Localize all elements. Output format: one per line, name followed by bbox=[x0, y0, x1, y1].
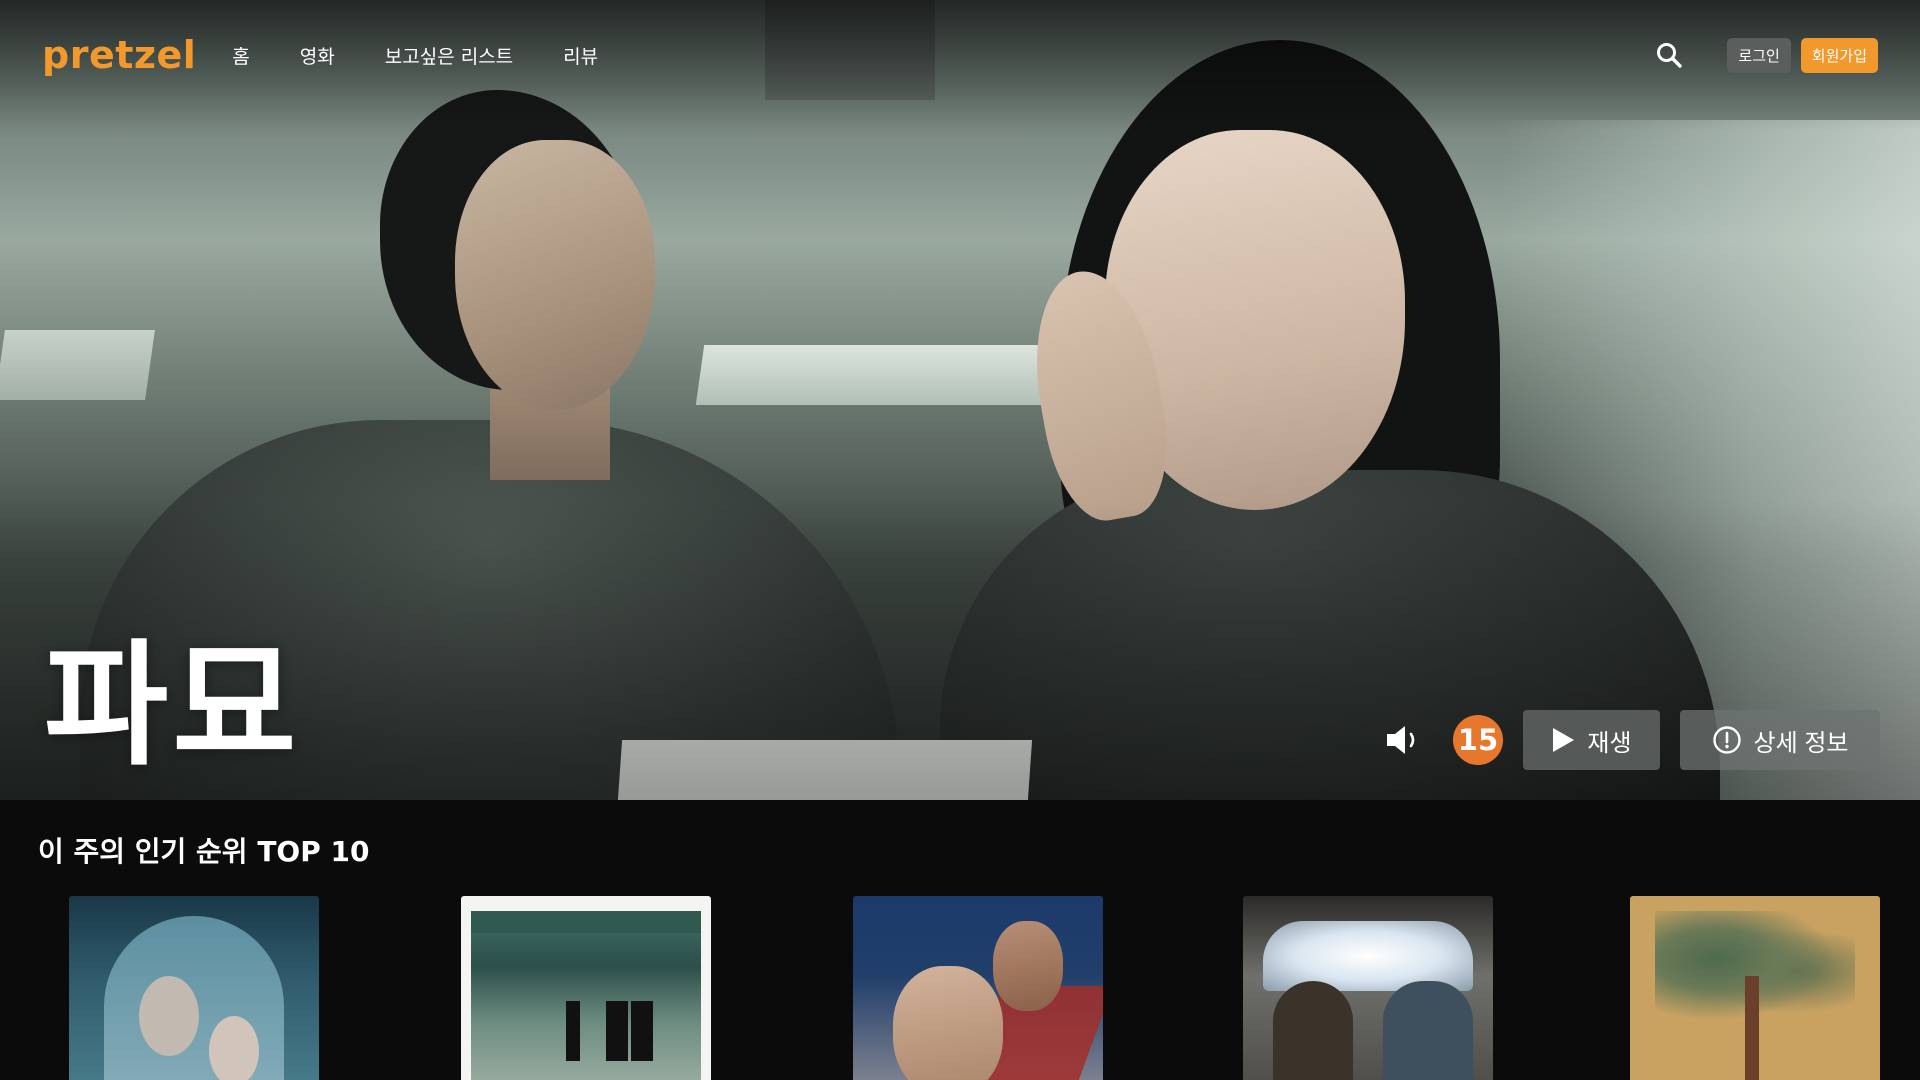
poster-art bbox=[566, 1001, 580, 1061]
nav-right: 로그인 회원가입 bbox=[1651, 37, 1878, 73]
play-button[interactable]: 재생 bbox=[1523, 710, 1660, 770]
nav-item-reviews[interactable]: 리뷰 bbox=[563, 42, 598, 69]
hero-bg-light bbox=[695, 345, 1085, 405]
app-root: pretzel 홈 영화 보고싶은 리스트 리뷰 로그인 회원가입 파묘 15 … bbox=[0, 0, 1920, 1080]
poster-art bbox=[471, 911, 701, 1080]
volume-icon[interactable] bbox=[1379, 715, 1429, 765]
hero-controls: 15 재생 상세 정보 bbox=[1379, 710, 1880, 770]
poster-art bbox=[139, 976, 199, 1056]
top10-section-title: 이 주의 인기 순위 TOP 10 bbox=[38, 835, 370, 868]
movie-poster-2[interactable] bbox=[461, 896, 711, 1080]
poster-art bbox=[471, 911, 701, 933]
movie-poster-3[interactable] bbox=[853, 896, 1103, 1080]
info-circle-icon bbox=[1712, 726, 1741, 754]
poster-art bbox=[1263, 921, 1473, 991]
poster-art bbox=[1273, 981, 1353, 1080]
hero-title: 파묘 bbox=[44, 625, 301, 784]
poster-art bbox=[893, 966, 1003, 1080]
poster-art bbox=[631, 1001, 653, 1061]
signup-button[interactable]: 회원가입 bbox=[1800, 37, 1878, 73]
more-info-button-label: 상세 정보 bbox=[1753, 729, 1849, 757]
play-icon bbox=[1553, 728, 1575, 752]
poster-art bbox=[606, 1001, 628, 1061]
search-icon[interactable] bbox=[1651, 37, 1687, 73]
nav-item-movies[interactable]: 영화 bbox=[300, 42, 335, 69]
movie-poster-1[interactable] bbox=[69, 896, 319, 1080]
poster-art bbox=[209, 1016, 259, 1080]
hero-bg-light-2 bbox=[0, 330, 155, 400]
top-nav: pretzel 홈 영화 보고싶은 리스트 리뷰 로그인 회원가입 bbox=[0, 0, 1920, 110]
poster-art bbox=[993, 921, 1063, 1011]
brand-logo[interactable]: pretzel bbox=[42, 33, 196, 77]
poster-art bbox=[1745, 976, 1759, 1080]
movie-poster-4[interactable] bbox=[1243, 896, 1493, 1080]
top10-poster-row bbox=[0, 896, 1920, 1080]
movie-poster-5[interactable] bbox=[1630, 896, 1880, 1080]
more-info-button[interactable]: 상세 정보 bbox=[1680, 710, 1880, 770]
play-button-label: 재생 bbox=[1587, 729, 1632, 757]
nav-item-watchlist[interactable]: 보고싶은 리스트 bbox=[385, 42, 513, 69]
main-menu: 홈 영화 보고싶은 리스트 리뷰 bbox=[232, 42, 598, 69]
hero-figure-man-face bbox=[455, 140, 655, 410]
login-button[interactable]: 로그인 bbox=[1727, 37, 1791, 73]
poster-art bbox=[1383, 981, 1473, 1080]
age-rating-badge: 15 bbox=[1453, 715, 1503, 765]
nav-item-home[interactable]: 홈 bbox=[232, 42, 249, 69]
